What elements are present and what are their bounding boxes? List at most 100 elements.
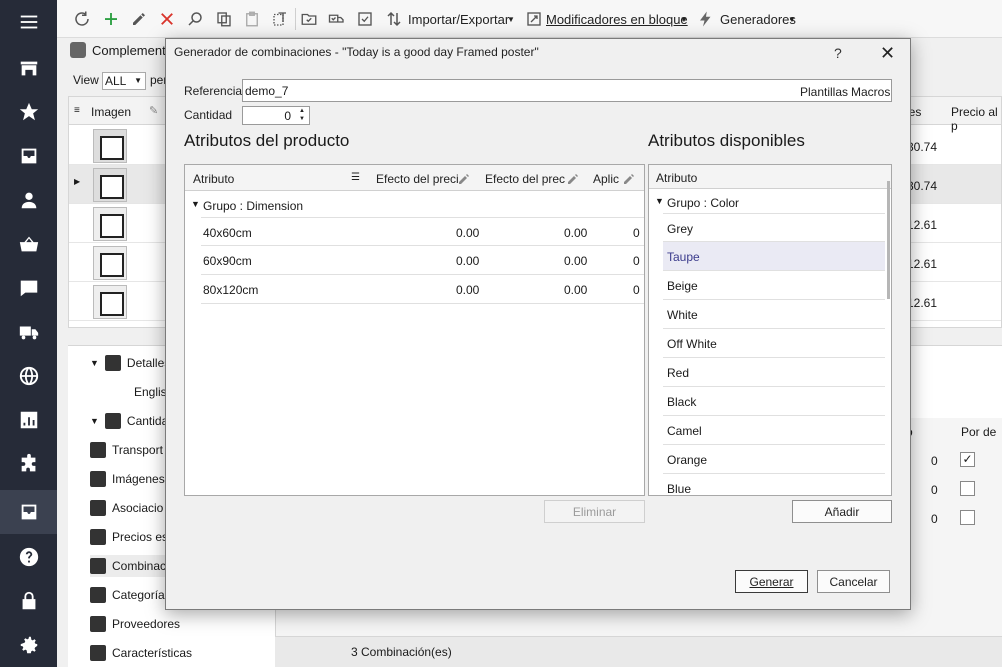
default-checkbox[interactable] [960, 481, 975, 496]
col-image[interactable]: Imagen [91, 105, 131, 119]
add-icon[interactable] [101, 9, 121, 29]
product-thumbnail [93, 168, 127, 202]
bulk-modifiers-icon[interactable] [524, 9, 544, 29]
lightning-icon[interactable] [696, 9, 716, 29]
bulk-modifiers-menu[interactable]: Modificadores en bloque [546, 12, 688, 27]
table-row[interactable]: 40x60cm 0.00 0.00 0 [201, 217, 644, 246]
table-row[interactable]: 80x120cm 0.00 0.00 0 [201, 275, 644, 304]
truck-check-icon[interactable] [327, 9, 347, 29]
suppliers-icon [90, 616, 106, 632]
tree-item-associations[interactable]: Asociacio [90, 497, 163, 519]
help-button[interactable]: ? [834, 45, 842, 61]
copy-icon[interactable] [214, 9, 234, 29]
list-item[interactable]: Red [663, 358, 885, 387]
macros-link[interactable]: Macros [851, 85, 890, 99]
store-icon[interactable] [0, 46, 57, 90]
quantity-stepper[interactable]: 0 ▲ ▼ [242, 106, 310, 125]
tree-item-suppliers[interactable]: Proveedores [90, 613, 180, 635]
col-price-effect-2[interactable]: Efecto del prec [485, 172, 565, 186]
tree-item-english[interactable]: Englis [134, 381, 167, 403]
cancel-button[interactable]: Cancelar [817, 570, 890, 593]
refresh-icon[interactable] [72, 9, 92, 29]
dialog-title: Generador de combinaciones - "Today is a… [174, 45, 539, 59]
tree-item-specific-prices[interactable]: Precios esp [90, 526, 175, 548]
globe-icon[interactable] [0, 354, 57, 398]
templates-link[interactable]: Plantillas [800, 85, 848, 99]
pencil-icon [459, 174, 469, 184]
folder-check-icon[interactable] [299, 9, 319, 29]
reference-label: Referencia [184, 84, 243, 98]
list-item[interactable]: Camel [663, 416, 885, 445]
import-export-menu[interactable]: Importar/Exportar [408, 12, 509, 27]
star-icon[interactable] [0, 90, 57, 134]
default-checkbox[interactable] [960, 510, 975, 525]
tree-item-categories[interactable]: Categoría [90, 584, 165, 606]
list-item[interactable]: White [663, 300, 885, 329]
chart-icon[interactable] [0, 398, 57, 442]
pencil-icon: ✎ [149, 105, 159, 117]
col-attribute[interactable]: Atributo [656, 171, 697, 185]
delete-button[interactable]: Eliminar [544, 500, 645, 523]
settings-gear-icon[interactable] [0, 623, 57, 667]
list-item[interactable]: Grey [663, 213, 885, 242]
generators-menu[interactable]: Generadores [720, 12, 796, 27]
reference-input[interactable]: demo_7 Plantillas Macros [242, 79, 892, 102]
catalog-icon[interactable] [0, 490, 57, 534]
product-attributes-grid: Atributo ☰ Efecto del preci Efecto del p… [184, 164, 645, 496]
checkbox-icon [90, 587, 106, 603]
col-attribute[interactable]: Atributo [193, 172, 234, 186]
generate-button[interactable]: Generar [735, 570, 808, 593]
inbox-icon[interactable] [0, 134, 57, 178]
pencil-icon [624, 174, 634, 184]
user-icon[interactable] [0, 178, 57, 222]
truck-icon[interactable] [0, 310, 57, 354]
view-select[interactable]: ALL ▼ [102, 72, 146, 90]
paste-icon[interactable] [242, 9, 262, 29]
list-item[interactable]: Taupe [663, 242, 885, 271]
add-button[interactable]: Añadir [792, 500, 892, 523]
quantity-label: Cantidad [184, 108, 233, 122]
search-icon[interactable] [185, 9, 205, 29]
menu-icon[interactable] [0, 0, 57, 44]
col-price-effect-1[interactable]: Efecto del preci [376, 172, 459, 186]
duplicate-icon[interactable] [270, 9, 290, 29]
chevron-down-icon: ▼ [788, 15, 796, 24]
list-item[interactable]: Off White [663, 329, 885, 358]
list-item[interactable]: Beige [663, 271, 885, 300]
import-export-icon[interactable] [384, 9, 404, 29]
combinations-count: 3 Combinación(es) [275, 636, 1002, 667]
col-apply[interactable]: Aplic [593, 172, 619, 186]
chevron-down-icon: ▼ [655, 196, 664, 206]
puzzle-icon [70, 42, 86, 58]
sort-icon[interactable]: ☰ [351, 172, 360, 183]
tree-item-transport[interactable]: Transport [90, 439, 163, 461]
details-icon [104, 355, 121, 371]
comment-icon[interactable] [0, 266, 57, 310]
list-item[interactable]: Black [663, 387, 885, 416]
checklist-icon[interactable] [355, 9, 375, 29]
default-checkbox[interactable]: ✓ [960, 452, 975, 467]
puzzle-icon[interactable] [0, 442, 57, 486]
background-page-title: Complement [70, 40, 166, 60]
vertical-scrollbar[interactable] [887, 181, 890, 299]
grid-menu-icon[interactable]: ≡ [74, 105, 80, 116]
tree-item-features[interactable]: Características [90, 642, 192, 664]
group-dimension[interactable]: ▼ Grupo : Dimension [185, 193, 644, 217]
basket-icon[interactable] [0, 222, 57, 266]
table-row[interactable]: 60x90cm 0.00 0.00 0 [201, 246, 644, 275]
edit-pencil-icon[interactable] [129, 9, 149, 29]
associations-icon [90, 500, 106, 516]
group-color[interactable]: ▼ Grupo : Color [649, 190, 891, 214]
quantity-icon [104, 413, 121, 429]
grid-icon [90, 558, 106, 574]
list-item[interactable]: Blue [663, 474, 885, 495]
delete-icon[interactable] [157, 9, 177, 29]
available-attributes-grid: Atributo ▼ Grupo : Color Grey Taupe Beig… [648, 164, 892, 496]
close-icon[interactable]: ✕ [880, 43, 895, 64]
list-item[interactable]: Orange [663, 445, 885, 474]
product-thumbnail [93, 246, 127, 280]
lock-icon[interactable] [0, 579, 57, 623]
tree-item-images[interactable]: Imágenes [90, 468, 165, 490]
spin-arrows-icon[interactable]: ▲ ▼ [295, 107, 309, 124]
help-icon[interactable] [0, 535, 57, 579]
